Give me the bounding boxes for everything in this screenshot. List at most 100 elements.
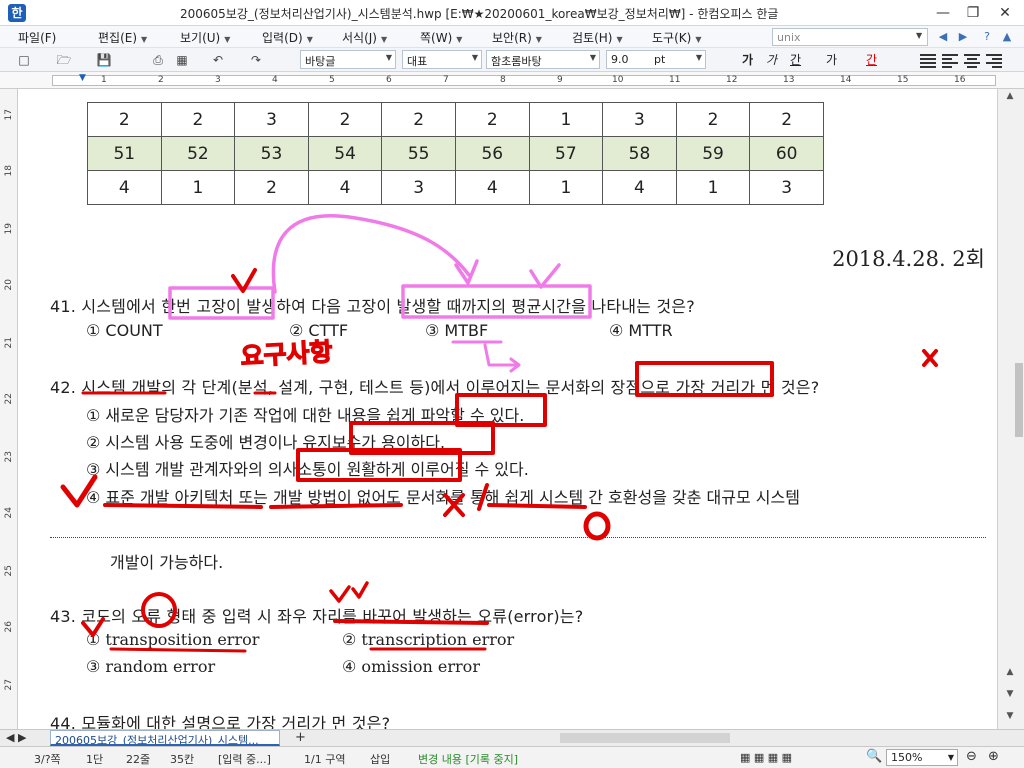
zoom-combo[interactable]: 150% ▼ bbox=[886, 749, 958, 766]
font-size-combo[interactable]: 9.0 pt ▼ bbox=[606, 50, 706, 69]
pink-check-left bbox=[454, 259, 479, 285]
italic-button[interactable]: 가 bbox=[766, 51, 777, 68]
ruler-mark: 15 bbox=[897, 75, 909, 85]
zoom-icon[interactable]: 🔍 bbox=[866, 749, 882, 764]
font-combo[interactable]: 함초롬바탕 ▼ bbox=[486, 50, 600, 69]
search-prev-icon[interactable]: ◀ bbox=[936, 30, 950, 44]
scroll-down-icon[interactable]: ▼ bbox=[1001, 711, 1019, 725]
help-icon[interactable]: ? bbox=[980, 30, 994, 44]
vruler-mark: 24 bbox=[4, 507, 14, 519]
page-up-icon[interactable]: ▲ bbox=[1001, 667, 1019, 681]
vertical-scrollbar[interactable]: ▲ ▲ ▼ ▼ bbox=[997, 89, 1024, 729]
view-mode-icons[interactable]: ▦ ▦ ▦ ▦ bbox=[740, 751, 792, 764]
q41-option-4: ④ MTTR bbox=[609, 321, 673, 340]
align-left-icon[interactable] bbox=[942, 52, 958, 68]
search-input[interactable] bbox=[772, 28, 928, 46]
red-underline-options bbox=[109, 647, 487, 653]
vertical-ruler[interactable]: 17 18 19 20 21 22 23 24 25 26 27 bbox=[0, 89, 18, 729]
menu-tools[interactable]: 도구(K) ▼ bbox=[652, 29, 701, 46]
page-down-icon[interactable]: ▼ bbox=[1001, 689, 1019, 703]
vruler-mark: 18 bbox=[4, 165, 14, 177]
q41-option-1: ① COUNT bbox=[86, 321, 163, 340]
redo-icon[interactable]: ↷ bbox=[248, 52, 264, 68]
align-right-icon[interactable] bbox=[986, 52, 1002, 68]
minimize-icon[interactable]: — bbox=[928, 3, 958, 23]
menu-page[interactable]: 쪽(W) ▼ bbox=[420, 29, 462, 46]
restore-icon[interactable]: ❐ bbox=[958, 3, 988, 23]
table-row: 2232221322 bbox=[87, 102, 824, 137]
align-justify-icon[interactable] bbox=[920, 52, 936, 68]
menu-view[interactable]: 보기(U) ▼ bbox=[180, 29, 230, 46]
new-doc-icon[interactable]: □ bbox=[16, 52, 32, 68]
horizontal-scrollbar-thumb[interactable] bbox=[560, 733, 730, 743]
scroll-up-icon[interactable]: ▲ bbox=[1001, 91, 1019, 105]
horizontal-ruler[interactable]: ▼ 1 2 3 4 5 6 7 8 9 10 11 12 13 14 15 16 bbox=[0, 72, 1024, 89]
vruler-mark: 26 bbox=[4, 621, 14, 633]
menu-format[interactable]: 서식(J) ▼ bbox=[342, 29, 387, 46]
print-icon[interactable]: ⎙ bbox=[150, 52, 166, 68]
ruler-mark: 11 bbox=[669, 75, 681, 85]
page-break-line bbox=[50, 537, 986, 538]
ruler-mark: 14 bbox=[840, 75, 852, 85]
vruler-mark: 22 bbox=[4, 393, 14, 405]
vruler-mark: 25 bbox=[4, 565, 14, 577]
ruler-mark: 5 bbox=[329, 75, 335, 85]
ruler-mark: 16 bbox=[954, 75, 966, 85]
insert-mode-button[interactable]: 삽입 bbox=[370, 751, 390, 767]
document-tab[interactable]: 200605보강_(정보처리산업기사)_시스템... bbox=[50, 730, 280, 746]
strikethrough-button[interactable]: 가 bbox=[826, 51, 837, 68]
zoom-in-icon[interactable]: ⊕ bbox=[988, 749, 999, 764]
red-double-check bbox=[329, 581, 369, 603]
add-tab-button[interactable]: + bbox=[295, 730, 306, 745]
red-x-mark bbox=[922, 349, 938, 367]
status-bar: 3/?쪽 1단 22줄 35칸 [입력 중...] 1/1 구역 삽입 변경 내… bbox=[0, 746, 1024, 768]
red-check-q41 bbox=[231, 268, 257, 293]
table-row: 51 52 53 54 55 56 57 58 59 60 bbox=[87, 136, 824, 171]
align-center-icon[interactable] bbox=[964, 52, 980, 68]
menu-file[interactable]: 파일(F) bbox=[18, 29, 56, 46]
zoom-out-icon[interactable]: ⊖ bbox=[966, 749, 977, 764]
style-combo[interactable]: 바탕글 ▼ bbox=[300, 50, 396, 69]
tab-scroll-icons[interactable]: ◀ ▶ bbox=[6, 731, 26, 744]
search-next-icon[interactable]: ▶ bbox=[956, 30, 970, 44]
status-section: 1단 bbox=[86, 753, 104, 766]
pink-check-right bbox=[529, 263, 561, 289]
q42-option-3: ③ 시스템 개발 관계자와의 의사소통이 원활하게 이루어질 수 있다. bbox=[86, 460, 529, 479]
undo-icon[interactable]: ↶ bbox=[210, 52, 226, 68]
ruler-track bbox=[52, 75, 996, 86]
q42-option-4-continuation: 개발이 가능하다. bbox=[110, 553, 224, 572]
language-combo[interactable]: 대표 ▼ bbox=[402, 50, 482, 69]
close-icon[interactable]: ✕ bbox=[990, 3, 1020, 23]
status-column: 35칸 bbox=[170, 753, 195, 766]
preview-icon[interactable]: ▦ bbox=[174, 52, 190, 68]
menu-review[interactable]: 검토(H) ▼ bbox=[572, 29, 623, 46]
table-row: 4124341413 bbox=[87, 170, 824, 205]
menu-security[interactable]: 보안(R) ▼ bbox=[492, 29, 542, 46]
open-folder-icon[interactable]: 🗁 bbox=[56, 52, 72, 68]
table-answer-cell: 1 bbox=[675, 170, 751, 205]
search-dropdown-icon[interactable]: ▼ bbox=[916, 31, 922, 40]
indent-marker-icon[interactable]: ▼ bbox=[79, 73, 86, 83]
scrollbar-thumb[interactable] bbox=[1015, 363, 1023, 437]
table-answer-cell: 1 bbox=[528, 170, 604, 205]
underline-button[interactable]: 간 bbox=[790, 51, 801, 68]
ruler-mark: 9 bbox=[557, 75, 563, 85]
status-page[interactable]: 3/?쪽 bbox=[34, 751, 61, 767]
menu-edit[interactable]: 편집(E) ▼ bbox=[98, 29, 147, 46]
track-changes-status[interactable]: 변경 내용 [기록 중지] bbox=[418, 751, 518, 767]
save-icon[interactable]: 💾 bbox=[96, 52, 112, 68]
table-answer-cell: 2 bbox=[749, 102, 824, 137]
vruler-mark: 20 bbox=[4, 279, 14, 291]
hancom-app-icon[interactable]: 한 bbox=[8, 4, 26, 22]
window-title: 200605보강_(정보처리산업기사)_시스템분석.hwp [E:₩★20200… bbox=[180, 7, 779, 21]
font-color-button[interactable]: 간 bbox=[866, 51, 877, 68]
bold-button[interactable]: 가 bbox=[742, 51, 753, 68]
table-question-number: 51 bbox=[87, 136, 162, 171]
document-page[interactable]: 2 2 3 2 2 2 1 3 2 2 51 52 53 54 55 56 57 58 59 60 4 1 2 4 3 4 1 4 1 3… bbox=[19, 89, 997, 729]
menu-insert[interactable]: 입력(D) ▼ bbox=[262, 29, 313, 46]
q42-option-4: ④ 표준 개발 아키텍처 또는 개발 방법이 없어도 문서화를 통해 쉽게 시스… bbox=[86, 488, 800, 507]
ruler-mark: 12 bbox=[726, 75, 738, 85]
collapse-ribbon-icon[interactable]: ▲ bbox=[1000, 30, 1014, 44]
ruler-mark: 3 bbox=[215, 75, 221, 85]
table-answer-cell: 1 bbox=[160, 170, 236, 205]
